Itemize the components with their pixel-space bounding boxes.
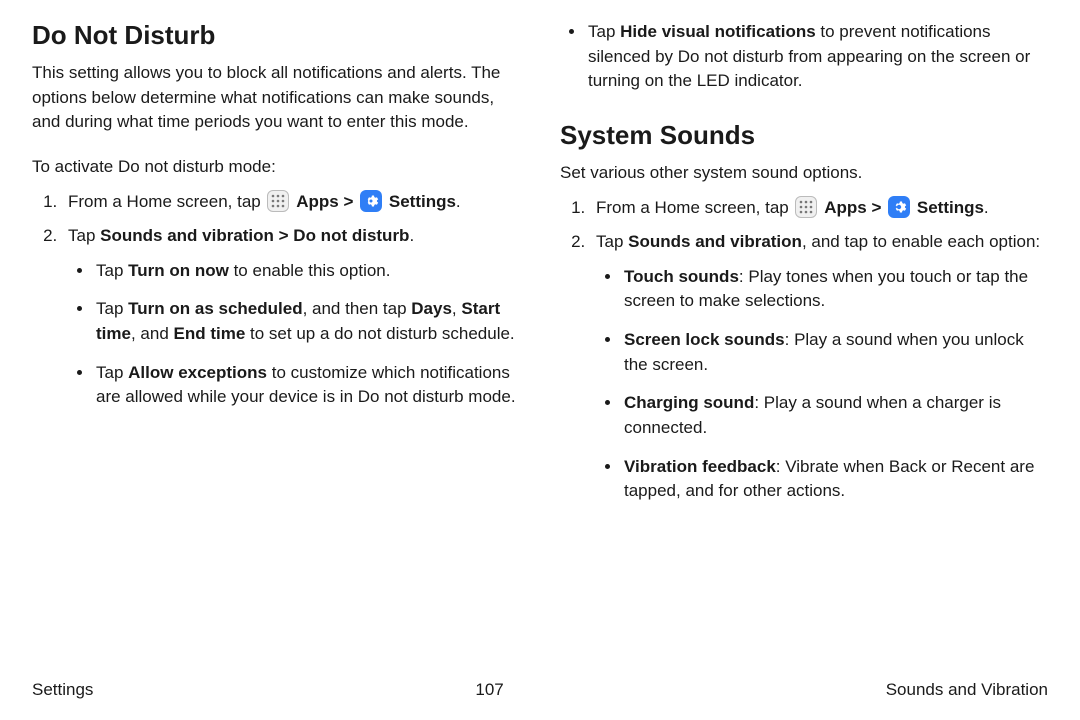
step-text: Tap — [596, 232, 628, 251]
ss-step-2: Tap Sounds and vibration, and tap to ena… — [590, 230, 1048, 504]
chevron: > — [871, 198, 881, 217]
dnd-bullets: Tap Turn on now to enable this option. T… — [68, 259, 520, 410]
bullet-bold: Turn on now — [128, 261, 229, 280]
list-item: Vibration feedback: Vibrate when Back or… — [622, 455, 1048, 504]
system-sounds-title: System Sounds — [560, 120, 1048, 151]
dnd-title: Do Not Disturb — [32, 20, 520, 51]
step-text: From a Home screen, tap — [596, 198, 789, 217]
bullet-text: , and — [131, 324, 174, 343]
step-text: . — [409, 226, 414, 245]
step-text: Tap — [68, 226, 100, 245]
list-item: Screen lock sounds: Play a sound when yo… — [622, 328, 1048, 377]
right-column: Tap Hide visual notifications to prevent… — [560, 20, 1048, 518]
ss-step-1: From a Home screen, tap Apps > Settings. — [590, 196, 1048, 221]
dnd-intro: This setting allows you to block all not… — [32, 61, 520, 135]
step-text: , and tap to enable each option: — [802, 232, 1040, 251]
list-item: Tap Turn on now to enable this option. — [94, 259, 520, 284]
bullet-bold: Charging sound — [624, 393, 754, 412]
bullet-text: Tap — [96, 363, 128, 382]
list-item: Tap Allow exceptions to customize which … — [94, 361, 520, 410]
period: . — [984, 198, 989, 217]
system-sounds-steps: From a Home screen, tap Apps > Settings.… — [560, 196, 1048, 504]
dnd-bullets-continued: Tap Hide visual notifications to prevent… — [560, 20, 1048, 94]
list-item: Touch sounds: Play tones when you touch … — [622, 265, 1048, 314]
bullet-text: , and then tap — [303, 299, 412, 318]
list-item: Charging sound: Play a sound when a char… — [622, 391, 1048, 440]
dnd-step-1: From a Home screen, tap Apps > Settings. — [62, 190, 520, 215]
chevron: > — [343, 192, 353, 211]
step-text: From a Home screen, tap — [68, 192, 261, 211]
step-bold: Sounds and vibration — [628, 232, 802, 251]
bullet-bold: Turn on as scheduled — [128, 299, 302, 318]
period: . — [456, 192, 461, 211]
settings-label: Settings — [917, 198, 984, 217]
page-footer: Settings 107 Sounds and Vibration — [32, 680, 1048, 700]
step-bold: Sounds and vibration > Do not disturb — [100, 226, 409, 245]
bullet-text: to enable this option. — [229, 261, 391, 280]
bullet-bold: Screen lock sounds — [624, 330, 785, 349]
ss-bullets: Touch sounds: Play tones when you touch … — [596, 265, 1048, 504]
footer-left: Settings — [32, 680, 93, 700]
bullet-bold: Days — [411, 299, 452, 318]
dnd-steps: From a Home screen, tap Apps > Settings.… — [32, 190, 520, 410]
apps-icon — [267, 190, 289, 212]
apps-label: Apps — [824, 198, 867, 217]
system-sounds-intro: Set various other system sound options. — [560, 161, 1048, 186]
settings-icon — [888, 196, 910, 218]
list-item: Tap Turn on as scheduled, and then tap D… — [94, 297, 520, 346]
bullet-bold: Hide visual notifications — [620, 22, 816, 41]
footer-page-number: 107 — [475, 680, 503, 700]
left-column: Do Not Disturb This setting allows you t… — [32, 20, 520, 518]
apps-icon — [795, 196, 817, 218]
bullet-text: Tap — [96, 299, 128, 318]
bullet-text: Tap — [96, 261, 128, 280]
bullet-text: to set up a do not disturb schedule. — [245, 324, 514, 343]
footer-right: Sounds and Vibration — [886, 680, 1048, 700]
settings-icon — [360, 190, 382, 212]
bullet-text: Tap — [588, 22, 620, 41]
bullet-bold: Touch sounds — [624, 267, 739, 286]
list-item: Tap Hide visual notifications to prevent… — [586, 20, 1048, 94]
settings-label: Settings — [389, 192, 456, 211]
bullet-bold: Allow exceptions — [128, 363, 267, 382]
bullet-text: , — [452, 299, 461, 318]
apps-label: Apps — [296, 192, 339, 211]
bullet-bold: End time — [174, 324, 246, 343]
bullet-bold: Vibration feedback — [624, 457, 776, 476]
dnd-step-2: Tap Sounds and vibration > Do not distur… — [62, 224, 520, 410]
page-columns: Do Not Disturb This setting allows you t… — [32, 20, 1048, 518]
dnd-lead: To activate Do not disturb mode: — [32, 155, 520, 180]
